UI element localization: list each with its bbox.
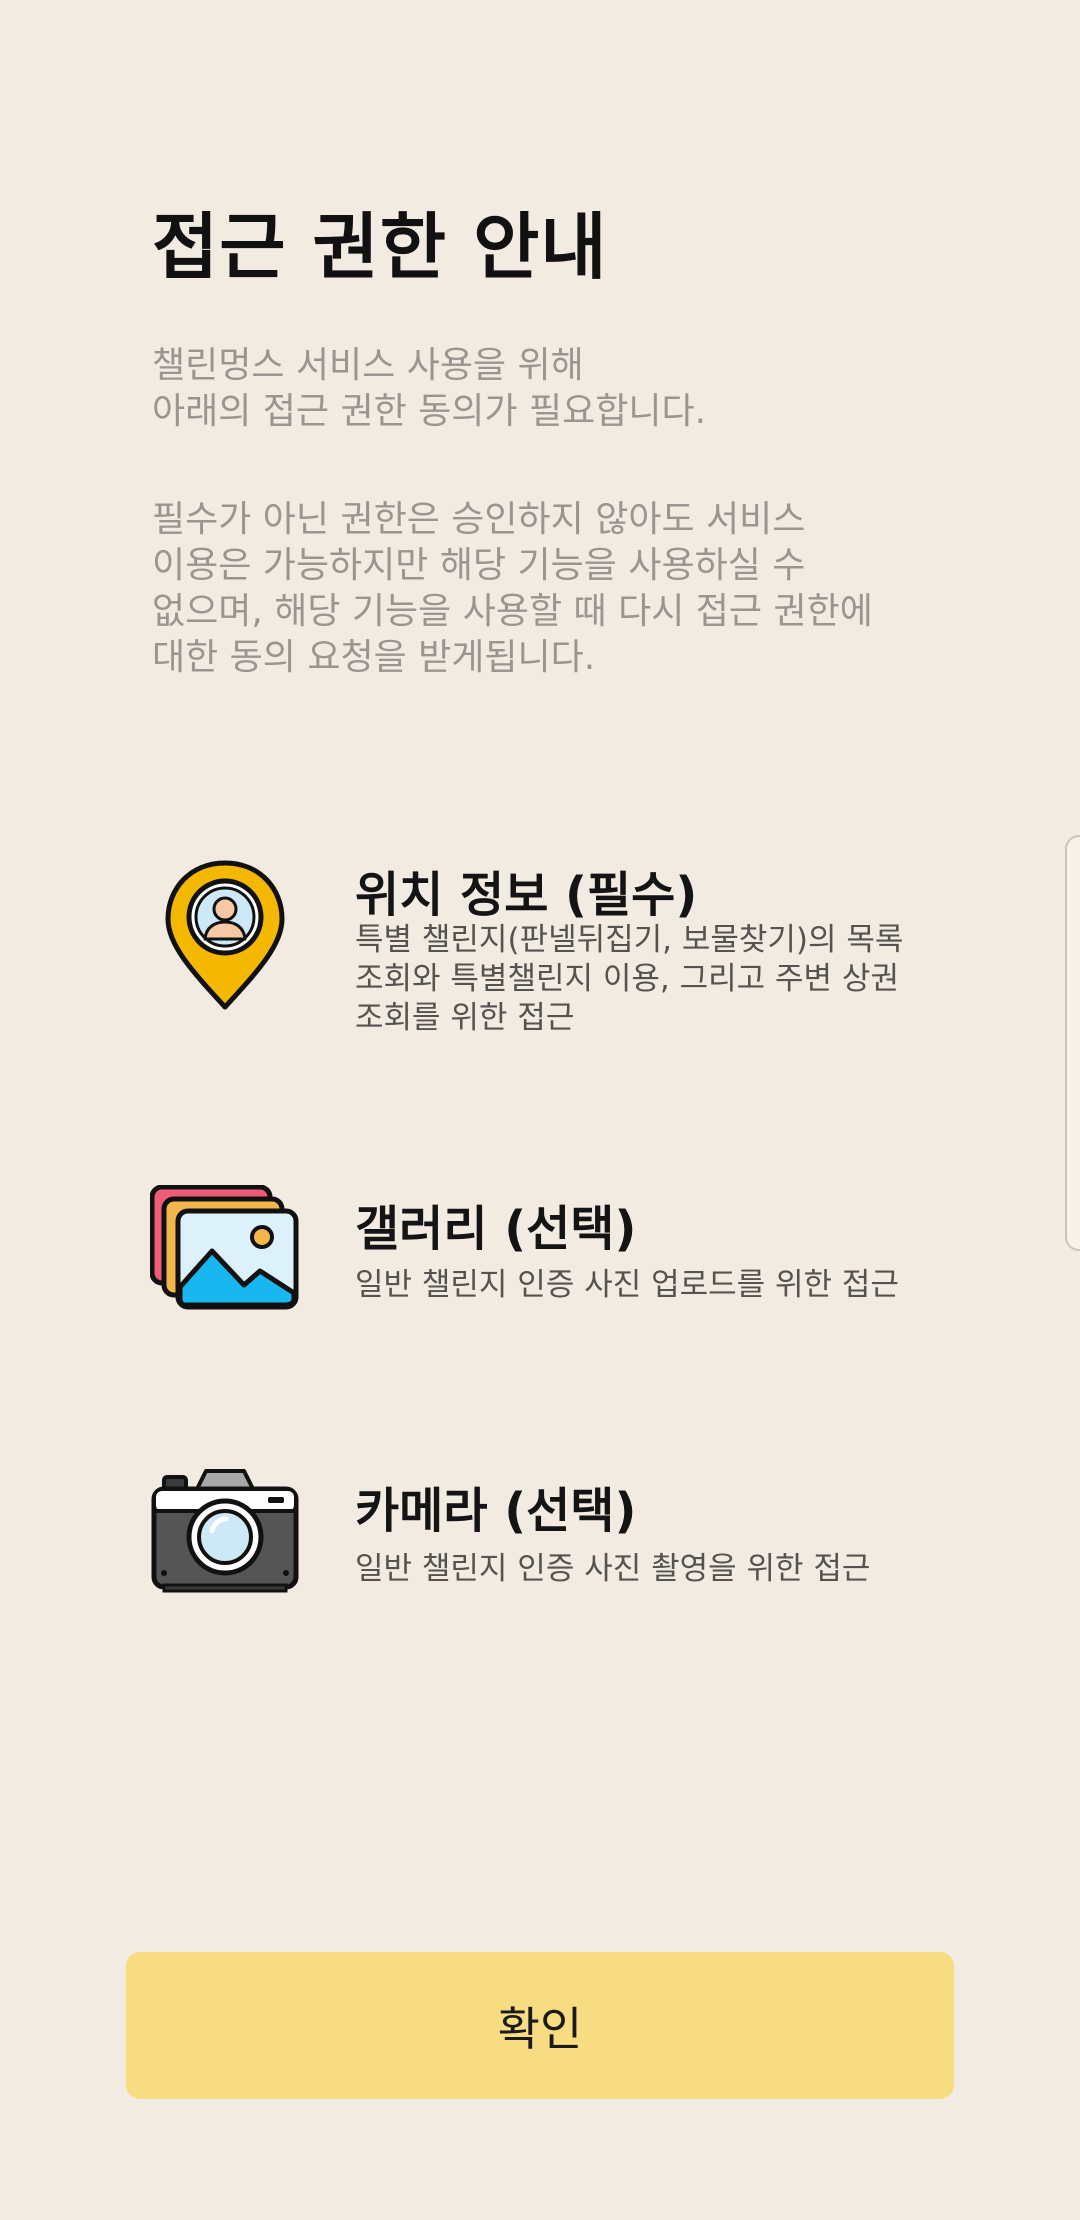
permission-desc-line: 일반 챌린지 인증 사진 업로드를 위한 접근 [355,1267,899,1303]
permission-description: 특별 챌린지(판넬뒤집기, 보물찾기)의 목록 조회와 특별챌린지 이용, 그리… [355,921,975,1038]
permission-title: 갤러리 (선택) [355,1201,637,1257]
intro-text: 챌린멍스 서비스 사용을 위해 아래의 접근 권한 동의가 필요합니다. [152,343,932,435]
intro-note: 필수가 아닌 권한은 승인하지 않아도 서비스 이용은 가능하지만 해당 기능을… [152,497,932,681]
location-pin-icon [150,855,300,1015]
permission-description: 일반 챌린지 인증 사진 촬영을 위한 접근 [355,1550,975,1589]
intro-note-line: 대한 동의 요청을 받게됩니다. [152,637,596,678]
permission-title: 카메라 (선택) [355,1483,637,1539]
permission-desc-line: 일반 챌린지 인증 사진 촬영을 위한 접근 [355,1551,871,1587]
intro-note-line: 없으며, 해당 기능을 사용할 때 다시 접근 권한에 [152,591,873,632]
permission-desc-line: 조회와 특별챌린지 이용, 그리고 주변 상권 [355,961,899,997]
intro-line: 챌린멍스 서비스 사용을 위해 [152,345,584,386]
intro-note-line: 필수가 아닌 권한은 승인하지 않아도 서비스 [152,499,806,540]
intro-line: 아래의 접근 권한 동의가 필요합니다. [152,391,707,432]
permission-title: 위치 정보 (필수) [355,867,698,923]
page-title: 접근 권한 안내 [152,205,608,289]
confirm-button[interactable]: 확인 [126,1952,954,2099]
permission-desc-line: 조회를 위한 접근 [355,1000,575,1036]
edge-panel-handle[interactable] [1065,835,1080,1251]
intro-note-line: 이용은 가능하지만 해당 기능을 사용하실 수 [152,545,806,586]
camera-icon [150,1465,300,1595]
permission-desc-line: 특별 챌린지(판넬뒤집기, 보물찾기)의 목록 [355,922,904,958]
gallery-icon [149,1184,300,1315]
permission-description: 일반 챌린지 인증 사진 업로드를 위한 접근 [355,1266,975,1305]
